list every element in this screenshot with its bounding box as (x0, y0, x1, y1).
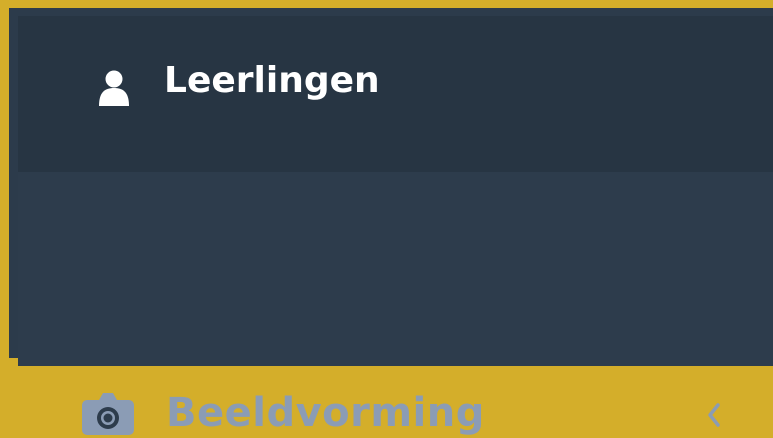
sidebar-item-beeldvorming[interactable]: Beeldvorming (18, 172, 773, 435)
user-icon (99, 70, 129, 106)
chevron-left-icon (708, 403, 720, 427)
sidebar-frame: Leerlingen Beeldvorming (0, 0, 773, 435)
sidebar-item-label: Beeldvorming (166, 390, 485, 436)
sidebar-item-label: Leerlingen (164, 60, 380, 101)
sidebar-menu: Leerlingen Beeldvorming (18, 16, 773, 435)
sidebar-item-leerlingen[interactable]: Leerlingen (18, 16, 773, 172)
camera-icon (82, 393, 134, 435)
